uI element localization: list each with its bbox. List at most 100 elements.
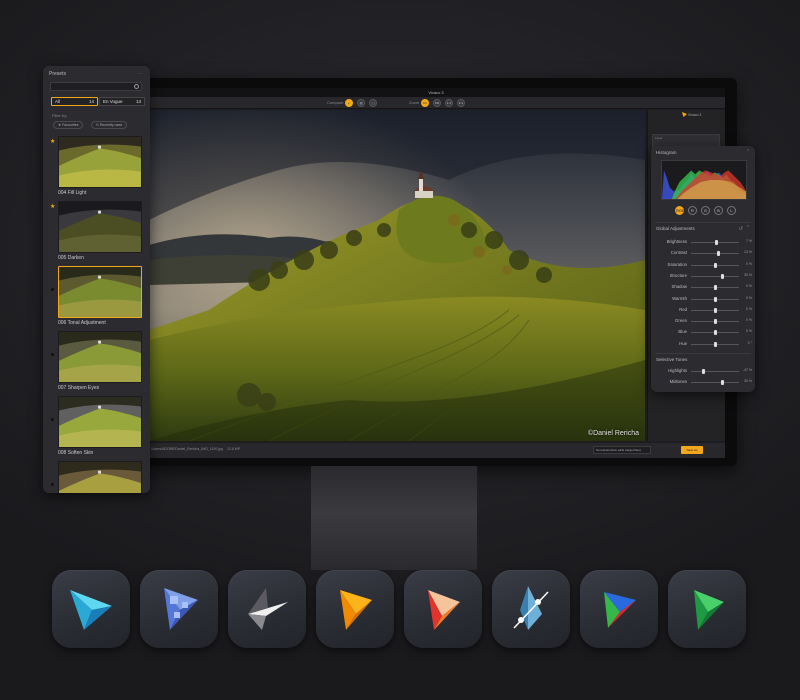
app-icon-1[interactable] [52, 570, 130, 648]
slider-value: 0 ° [747, 340, 752, 345]
save-button[interactable]: Save As [681, 446, 703, 454]
slider-track[interactable] [691, 382, 739, 384]
zoom-1to1-button[interactable]: 1:1 [445, 99, 453, 107]
tab-en-vogue-count: 13 [135, 99, 141, 104]
compare-original-button[interactable]: ▢ [369, 99, 377, 107]
nondestructive-toggle[interactable]: Non-destructive edits (target files) [593, 446, 651, 454]
slider-label: Shadow [671, 284, 687, 290]
adjust-slider-row[interactable]: Structure 30 % [651, 272, 755, 281]
slider-handle[interactable] [720, 273, 724, 279]
photo-credit: ©Daniel Rericha [587, 430, 639, 437]
slider-track[interactable] [691, 253, 739, 255]
chevron-up-icon[interactable]: ⌃ [746, 149, 750, 155]
toolbar: Compare ◐ ▥ ▢ Zoom Fit Fill 1:1 2:1 [147, 97, 725, 109]
adjust-slider-row[interactable]: Shadow 0 % [651, 283, 755, 292]
filter-favourites-chip[interactable]: ★ Favourites [53, 121, 84, 129]
slider-value: 0 % [745, 295, 752, 300]
orange-logo-icon [340, 590, 372, 630]
app-logo-icon [682, 112, 687, 117]
app-icon-6[interactable] [492, 570, 570, 648]
slider-value: 0 % [745, 284, 752, 289]
slider-handle[interactable] [713, 296, 717, 302]
preset-label: 004 Fill Light [58, 190, 87, 196]
preset-dot-icon [51, 483, 54, 486]
adjust-slider-row[interactable]: Highlights -47 % [651, 367, 755, 376]
adjust-slider-row[interactable]: Green 0 % [651, 317, 755, 326]
filter-label: Filter by: [52, 113, 68, 118]
app-icon-5[interactable] [404, 570, 482, 648]
slider-handle[interactable] [713, 285, 717, 291]
preset-thumbnail [58, 201, 142, 253]
zoom-2to1-button[interactable]: 2:1 [457, 99, 465, 107]
slider-handle[interactable] [713, 319, 717, 325]
adjust-slider-row[interactable]: Contrast 13 % [651, 249, 755, 258]
mono-logo-icon [248, 588, 288, 630]
tab-en-vogue[interactable]: En Vogue 13 [99, 97, 145, 106]
slider-label: Brightness [666, 239, 687, 244]
adjust-slider-row[interactable]: Hue 0 ° [651, 340, 755, 349]
slider-track[interactable] [691, 371, 739, 372]
preset-item[interactable]: 007 Sharpen Eyes [58, 331, 142, 391]
preset-dot-icon [51, 418, 54, 421]
slider-value: 0 % [745, 261, 752, 266]
channel-rgb-button[interactable]: RGB [675, 206, 685, 215]
slider-label: Structure [669, 272, 687, 278]
slider-handle[interactable] [714, 240, 718, 245]
file-path: /Users/ADOBE/Daniel_Rericha_IMG_1100.jpg [151, 447, 223, 451]
presets-panel: Presets ⋯ All 14 En Vogue 13 Filter by: … [43, 66, 150, 493]
adjustments-panel: Histogram ⌃ RGB R G B L Global Adjustmen… [651, 146, 755, 392]
slider-handle[interactable] [702, 369, 706, 374]
favourite-star-icon[interactable]: ★ [50, 203, 55, 210]
preset-item[interactable]: 008 Soften Skin [58, 396, 142, 456]
adjust-slider-row[interactable]: Brightness 7 % [651, 238, 755, 247]
preset-item[interactable]: 004 Fill Light [58, 136, 142, 196]
slider-handle[interactable] [713, 307, 717, 313]
preset-item[interactable]: 005 Darken [58, 201, 142, 261]
app-icon-4[interactable] [316, 570, 394, 648]
chevron-up-icon[interactable]: ⌃ [746, 225, 750, 231]
slider-handle[interactable] [720, 380, 724, 386]
layer-label: Layer [655, 136, 663, 140]
app-icon-2[interactable] [140, 570, 218, 648]
compare-split-button[interactable]: ◐ [345, 99, 353, 107]
panel-options-icon[interactable]: ⋯ [137, 71, 142, 77]
tab-all-count: 14 [88, 99, 94, 104]
app-icon-row [52, 570, 752, 650]
adjust-slider-row[interactable]: Saturation 0 % [651, 261, 755, 270]
tab-all[interactable]: All 14 [51, 97, 98, 106]
zoom-fit-button[interactable]: Fit [421, 99, 429, 107]
preset-label: 006 Tonal Adjustment [58, 320, 106, 326]
preset-item[interactable] [58, 461, 142, 493]
main-photo[interactable]: ©Daniel Rericha [149, 110, 645, 441]
slider-handle[interactable] [713, 330, 717, 336]
compare-side-button[interactable]: ▥ [357, 99, 365, 107]
channel-g-button[interactable]: G [701, 206, 710, 215]
slider-label: Saturation [667, 261, 687, 267]
adjust-slider-row[interactable]: Warmth 0 % [651, 295, 755, 304]
channel-r-button[interactable]: R [688, 206, 697, 215]
histogram [661, 160, 747, 200]
channel-l-button[interactable]: L [727, 206, 736, 215]
presets-search-input[interactable] [50, 82, 142, 91]
filter-recent-chip[interactable]: ↻ Recently used [91, 121, 128, 129]
slider-handle[interactable] [713, 262, 717, 268]
app-icon-8[interactable] [668, 570, 746, 648]
app-icon-3[interactable] [228, 570, 306, 648]
reset-icon[interactable]: ↺ [739, 226, 743, 232]
adjust-slider-row[interactable]: Midtones 30 % [651, 378, 755, 387]
slider-handle[interactable] [713, 341, 717, 347]
zoom-fill-button[interactable]: Fill [433, 99, 441, 107]
preset-dot-icon [51, 353, 54, 356]
preset-item[interactable]: 006 Tonal Adjustment [58, 266, 142, 326]
slider-value: 0 % [745, 329, 752, 334]
adjust-slider-row[interactable]: Blue 0 % [651, 328, 755, 337]
slider-value: 13 % [744, 250, 752, 255]
slider-value: 30 % [744, 272, 752, 277]
slider-track[interactable] [691, 275, 739, 277]
app-icon-7[interactable] [580, 570, 658, 648]
favourite-star-icon[interactable]: ★ [50, 138, 55, 145]
channel-b-button[interactable]: B [714, 206, 723, 215]
selective-tones-title: Selective Tones [656, 357, 688, 362]
slider-handle[interactable] [716, 251, 720, 257]
adjust-slider-row[interactable]: Red 0 % [651, 306, 755, 315]
